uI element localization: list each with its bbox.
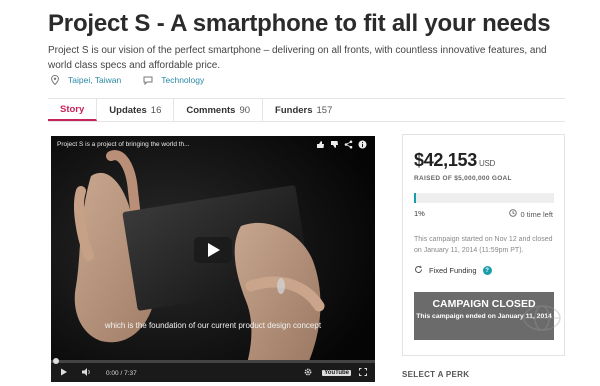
progress-knob[interactable] [53,358,59,364]
funding-amount: $42,153 USD [414,150,495,171]
tab-updates[interactable]: Updates 16 [97,99,175,121]
gear-icon[interactable] [304,368,312,378]
amount-value: $42,153 [414,150,477,170]
video-progress-bar[interactable] [51,358,375,364]
funding-type-label: Fixed Funding [429,266,477,275]
info-icon[interactable] [358,140,367,149]
perk-heading: SELECT A PERK [402,370,470,379]
thumbs-up-icon[interactable] [316,140,325,149]
amount-currency: USD [478,159,495,168]
tab-label: Comments [186,104,236,116]
location-link[interactable]: Taipei, Taiwan [68,75,121,85]
volume-icon[interactable] [82,368,92,378]
video-frame [51,136,375,382]
video-actions [316,140,367,149]
chat-bubble-icon [143,75,153,85]
time-left: 0 time left [509,209,553,219]
video-title[interactable]: Project S is a project of bringing the w… [57,141,190,148]
funding-progress-fill [414,193,416,203]
funding-percent: 1% [414,209,425,218]
video-time: 0:00 / 7:37 [106,369,137,377]
goal-text: RAISED OF $5,000,000 GOAL [414,175,512,182]
clock-icon [509,209,518,219]
map-pin-icon [50,75,60,85]
tab-label: Updates [109,104,147,116]
campaign-dates: This campaign started on Nov 12 and clos… [414,236,553,254]
video-controls: 0:00 / 7:37 YouTube [51,358,375,382]
video-control-row: 0:00 / 7:37 YouTube [51,365,375,381]
share-icon[interactable] [344,140,353,149]
tab-count: 90 [239,104,251,116]
tab-label: Funders [275,104,313,116]
tab-comments[interactable]: Comments 90 [174,99,264,121]
watermark-logo [523,305,561,331]
category-link[interactable]: Technology [161,75,204,85]
project-meta: Taipei, Taiwan Technology [50,75,226,85]
funding-type: Fixed Funding ? [414,265,492,276]
thumbs-down-icon[interactable] [330,140,339,149]
page-title: Project S - A smartphone to fit all your… [48,10,551,37]
video-caption: which is the foundation of our current p… [104,321,322,330]
tab-bar: Story Updates 16 Comments 90 Funders 157 [48,98,565,122]
tab-story[interactable]: Story [48,99,98,121]
youtube-logo[interactable]: YouTube [322,370,351,376]
fullscreen-icon[interactable] [359,368,367,378]
tab-count: 16 [150,104,162,116]
tab-count: 157 [316,104,333,116]
tab-funders[interactable]: Funders 157 [263,99,344,121]
project-description: Project S is our vision of the perfect s… [48,45,547,71]
funding-progress-bar [414,193,554,203]
refresh-icon [414,265,423,276]
video-player[interactable]: Project S is a project of bringing the w… [51,136,375,382]
time-left-text: 0 time left [520,209,553,219]
help-icon[interactable]: ? [482,266,492,275]
tab-label: Story [60,103,85,115]
play-icon[interactable] [60,368,68,378]
